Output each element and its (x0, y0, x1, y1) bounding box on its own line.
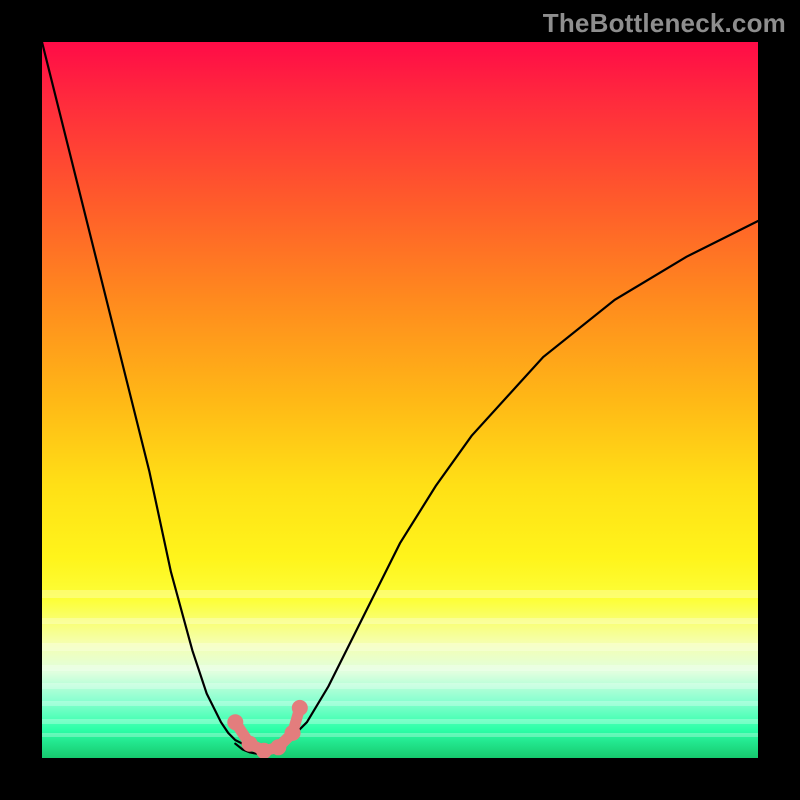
highlight-marker (285, 725, 301, 741)
watermark-text: TheBottleneck.com (543, 8, 786, 39)
highlight-marker (270, 739, 286, 755)
chart-frame: TheBottleneck.com (0, 0, 800, 800)
highlight-markers (227, 700, 307, 758)
highlight-marker (242, 736, 258, 752)
highlight-marker (292, 700, 308, 716)
left-curve (42, 42, 257, 751)
highlight-marker (227, 714, 243, 730)
right-curve (293, 221, 758, 737)
curve-overlay (42, 42, 758, 758)
plot-area (42, 42, 758, 758)
